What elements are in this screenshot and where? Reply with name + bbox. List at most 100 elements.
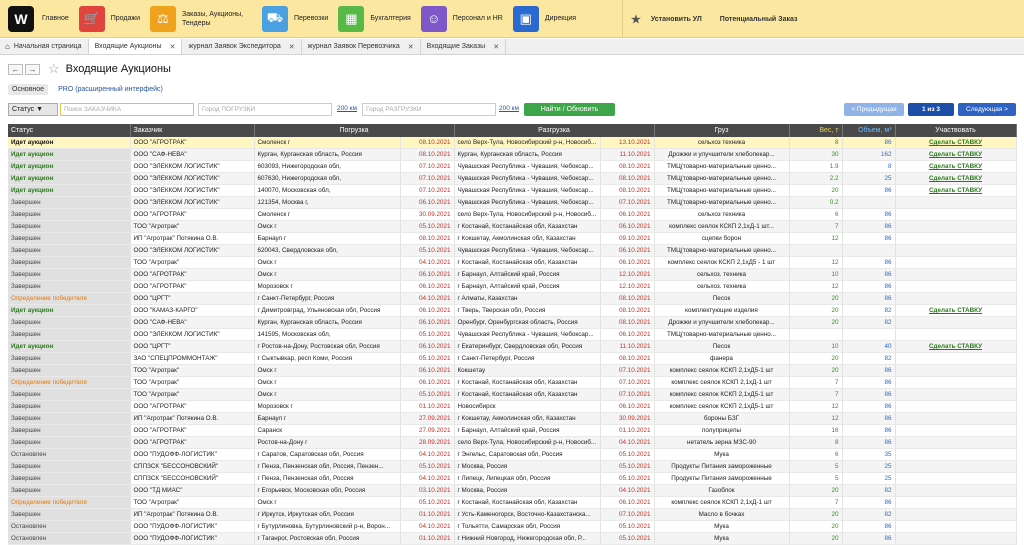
table-row[interactable]: Завершен ООО "ЭЛЕККОМ ЛОГИСТИК" 620043, Св… (8, 244, 1017, 258)
col-volume[interactable]: Объем, м³ (842, 124, 896, 137)
close-icon[interactable]: ✕ (289, 43, 295, 51)
cell-unload-date: 05.10.2021 (600, 460, 655, 474)
make-bid-link[interactable]: Сделать СТАВКУ (929, 343, 982, 350)
table-row[interactable]: Завершен ООО "АГРОТРАК" Смоленск г 30.09.20… (8, 208, 1017, 222)
cell-load-city: Смоленск г (254, 208, 401, 222)
unload-radius-link[interactable]: 200 км (499, 105, 519, 112)
table-row[interactable]: Идет аукцион ООО "ЭЛЕККОМ ЛОГИСТИК" 140070… (8, 184, 1017, 198)
nav-item-4[interactable]: ▦ Бухгалтерия (338, 0, 420, 38)
nav-item-5[interactable]: ☺ Персонал и HR (420, 0, 513, 38)
tab-forwarder-journal[interactable]: журнал Заявок Экспедитора ✕ (182, 39, 302, 54)
make-bid-link[interactable]: Сделать СТАВКУ (929, 163, 982, 170)
col-cargo[interactable]: Груз (654, 124, 790, 137)
cell-unload-date: 07.10.2021 (600, 508, 655, 522)
status-filter-button[interactable]: Статус ▼ (8, 103, 58, 116)
cell-status: Завершен (8, 280, 131, 294)
make-bid-link[interactable]: Сделать СТАВКУ (929, 151, 982, 158)
table-row[interactable]: Завершен ООО "ЭЛЕККОМ ЛОГИСТИК" 121354, Мо… (8, 196, 1017, 210)
make-bid-link[interactable]: Сделать СТАВКУ (929, 307, 982, 314)
table-row[interactable]: Завершен ООО "АГРОТРАК" Морозовск г 01.10.2… (8, 400, 1017, 414)
table-row[interactable]: Завершен СППЗСК "БЕССОНОВСКИЙ" г Пенза, Пе… (8, 472, 1017, 486)
table-row[interactable]: Завершен ООО "АГРОТРАК" Саранск 27.09.2021 г… (8, 424, 1017, 438)
table-row[interactable]: Идет аукцион ООО "ЭЛЕККОМ ЛОГИСТИК" 603093… (8, 160, 1017, 174)
subtab-main[interactable]: Основное (8, 84, 49, 95)
cell-unload-date: 05.10.2021 (600, 448, 655, 462)
col-status[interactable]: Статус (8, 124, 131, 137)
cell-load-city: г Ростов-на-Дону, Ростовская обл, Россия (254, 340, 401, 354)
table-row[interactable]: Идет аукцион ООО "КАМАЗ-КАРГО" г Димитровг… (8, 304, 1017, 318)
close-icon[interactable]: ✕ (493, 43, 499, 51)
prev-page-button[interactable]: < Предыдущая (844, 103, 904, 116)
customer-search-input[interactable]: Поиск ЗАКАЗЧИКА (60, 103, 194, 116)
favorite-star-icon[interactable]: ☆ (48, 61, 60, 77)
cell-load-city: г Саратов, Саратовская обл, Россия (254, 448, 401, 462)
cell-unload-city: г Тверь, Тверская обл, Россия (454, 304, 601, 318)
cell-status: Определение победителя (8, 496, 131, 510)
back-button[interactable]: ← (8, 63, 23, 75)
next-page-button[interactable]: Следующая > (958, 103, 1016, 116)
tab-home[interactable]: ⌂ Начальная страница (0, 39, 89, 54)
subtab-pro[interactable]: PRO (расширенный интерфейс) (54, 84, 167, 95)
table-row[interactable]: Идет аукцион ООО "САФ-НЕВА" Курган, Курган… (8, 148, 1017, 162)
unload-city-input[interactable]: Город РАЗГРУЗКИ (362, 103, 496, 116)
table-row[interactable]: Завершен ИП "Агротрак" Потякина О.В. г Ирк… (8, 508, 1017, 522)
load-city-input[interactable]: Город ПОГРУЗКИ (198, 103, 332, 116)
cell-weight: 20 (789, 520, 843, 534)
forward-button[interactable]: → (25, 63, 40, 75)
set-ul-link[interactable]: Установить УЛ (651, 16, 702, 23)
nav-item-6[interactable]: ▣ Дирекция (512, 0, 586, 38)
table-row[interactable]: Завершен ИП "Агротрак" Потякина О.В. Барна… (8, 412, 1017, 426)
nav-item-2[interactable]: ⚖ Заказы, Аукционы, Тендеры (149, 0, 262, 38)
table-row[interactable]: Завершен СППЗСК "БЕССОНОВСКИЙ" г Пенза, Пе… (8, 460, 1017, 474)
table-row[interactable]: Остановлен ООО "ПУДОФФ-ЛОГИСТИК" г Бутурли… (8, 520, 1017, 534)
table-row[interactable]: Завершен ООО "АГРОТРАК" Омск г 06.10.2021 г … (8, 268, 1017, 282)
table-row[interactable]: Остановлен ООО "ПУДОФФ-ЛОГИСТИК" г Саратов… (8, 448, 1017, 462)
load-radius-link[interactable]: 200 км (337, 105, 357, 112)
nav-item-3[interactable]: ⛟ Перевозки (261, 0, 338, 38)
table-row[interactable]: Остановлен ООО "ПУДОФФ-ЛОГИСТИК" г Таганро… (8, 532, 1017, 545)
table-row[interactable]: Завершен ООО "САФ-НЕВА" Курган, Курганская… (8, 316, 1017, 330)
table-row[interactable]: Завершен ТОО "Агротрак" Омск г 06.10.2021 Ко… (8, 364, 1017, 378)
col-loading[interactable]: Погрузка (254, 124, 455, 137)
cell-volume: 86 (842, 520, 896, 534)
close-icon[interactable]: ✕ (408, 43, 414, 51)
cell-unload-date: 07.10.2021 (600, 388, 655, 402)
col-weight[interactable]: Вес, т (789, 124, 843, 137)
cell-unload-city: г Костанай, Костанайская обл, Казахстан (454, 376, 601, 390)
find-refresh-button[interactable]: Найти / Обновить (524, 103, 615, 116)
table-row[interactable]: Определение победителя ООО "ЦРГТ" г Санкт-… (8, 292, 1017, 306)
cell-cargo: полуприцепы (654, 424, 790, 438)
table-row[interactable]: Идет аукцион ООО "ЦРГТ" г Ростов-на-Дону, … (8, 340, 1017, 354)
table-row[interactable]: Завершен ТОО "Агротрак" Омск г 05.10.2021 г … (8, 220, 1017, 234)
table-row[interactable]: Завершен ЗАО "СПЕЦПРОММОНТАЖ" г Сыктывкар,… (8, 352, 1017, 366)
table-row[interactable]: Завершен ТОО "Агротрак" Омск г 04.10.2021 г … (8, 256, 1017, 270)
col-unloading[interactable]: Разгрузка (454, 124, 655, 137)
col-customer[interactable]: Заказчик (130, 124, 255, 137)
close-icon[interactable]: ✕ (170, 43, 176, 51)
make-bid-link[interactable]: Сделать СТАВКУ (929, 139, 982, 146)
app-logo[interactable]: W (8, 5, 34, 32)
cell-cargo: бороны БЗГ (654, 412, 790, 426)
cell-customer: ТОО "Агротрак" (130, 388, 255, 402)
table-row[interactable]: Завершен ООО "АГРОТРАК" Ростов-на-Дону г 28… (8, 436, 1017, 450)
cell-weight: 0.2 (789, 196, 843, 210)
table-row[interactable]: Завершен ООО "ТД МИАС" г Егорьевск, Москов… (8, 484, 1017, 498)
tab-incoming-auctions[interactable]: Входящие Аукционы ✕ (88, 39, 183, 54)
table-row[interactable]: Идет аукцион ООО "ЭЛЕККОМ ЛОГИСТИК" 607630… (8, 172, 1017, 186)
table-row[interactable]: Завершен ООО "ЭЛЕККОМ ЛОГИСТИК" 141595, Мо… (8, 328, 1017, 342)
cell-unload-date: 30.09.2021 (600, 412, 655, 426)
tab-incoming-orders[interactable]: Входящие Заказы ✕ (421, 39, 507, 54)
table-row[interactable]: Завершен ТОО "Агротрак" Омск г 05.10.2021 г … (8, 388, 1017, 402)
potential-order-link[interactable]: Потенциальный Заказ (720, 16, 798, 23)
make-bid-link[interactable]: Сделать СТАВКУ (929, 175, 982, 182)
nav-item-1[interactable]: 🛒 Продажи (78, 0, 150, 38)
table-row[interactable]: Определение победителя ТОО "Агротрак" Омск… (8, 496, 1017, 510)
table-row[interactable]: Определение победителя ТОО "Агротрак" Омск… (8, 376, 1017, 390)
cell-load-date: 03.10.2021 (400, 484, 455, 498)
make-bid-link[interactable]: Сделать СТАВКУ (929, 187, 982, 194)
table-row[interactable]: Идет аукцион ООО "АГРОТРАК" Смоленск г 08.1… (8, 137, 1017, 150)
table-row[interactable]: Завершен ООО "АГРОТРАК" Морозовск г 06.10.2… (8, 280, 1017, 294)
nav-item-0[interactable]: Главное (42, 0, 79, 38)
tab-carrier-journal[interactable]: журнал Заявок Перевозчика ✕ (302, 39, 421, 54)
table-row[interactable]: Завершен ИП "Агротрак" Потякина О.В. Барна… (8, 232, 1017, 246)
